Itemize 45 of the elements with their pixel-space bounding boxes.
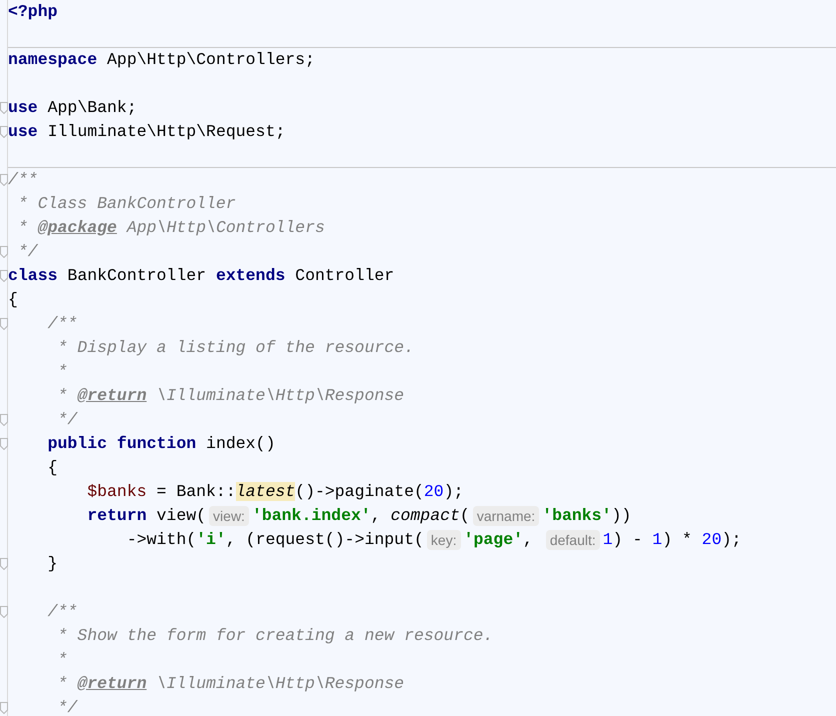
code-text: * Class BankController: [16, 192, 236, 215]
code-text: return view(: [86, 504, 206, 527]
parameter-hint: default:: [546, 530, 600, 550]
code-text: *: [56, 648, 68, 671]
code-text: /**: [46, 312, 78, 335]
fold-icon[interactable]: [0, 126, 8, 138]
code-text: 1) - 1) * 20);: [602, 528, 742, 551]
code-text: {: [8, 288, 18, 311]
fold-icon[interactable]: [0, 414, 8, 426]
code-text: /**: [46, 600, 78, 623]
code-text: 'banks')): [542, 504, 632, 527]
fold-icon[interactable]: [0, 318, 8, 330]
code-text: {: [46, 456, 58, 479]
fold-icon[interactable]: [0, 558, 8, 570]
code-text: *: [56, 360, 68, 383]
code-text: * Show the form for creating a new resource.: [56, 624, 494, 647]
parameter-hint: view:: [209, 506, 249, 526]
code-text: * @return \Illuminate\Http\Response: [56, 384, 404, 407]
code-text: use Illuminate\Http\Request;: [8, 120, 286, 143]
code-text: public function index(): [46, 432, 276, 455]
fold-icon[interactable]: [0, 702, 8, 714]
code-text: namespace App\Http\Controllers;: [8, 48, 315, 71]
code-text: <?php: [8, 0, 58, 23]
code-text: */: [56, 408, 78, 431]
code-text: * @return \Illuminate\Http\Response: [56, 672, 404, 695]
code-text: class BankController extends Controller: [8, 264, 394, 287]
fold-icon[interactable]: [0, 438, 8, 450]
code-text: * @package App\Http\Controllers: [16, 216, 325, 239]
code-text: * Display a listing of the resource.: [56, 336, 414, 359]
code-text: 'page',: [464, 528, 534, 551]
parameter-hint: varname:: [472, 506, 540, 526]
code-text: ->with('i', (request()->input(: [126, 528, 424, 551]
fold-icon[interactable]: [0, 174, 8, 186]
parameter-hint: key:: [426, 530, 461, 550]
fold-icon[interactable]: [0, 246, 8, 258]
code-text: /**: [8, 168, 38, 191]
code-text: */: [56, 696, 78, 716]
code-text: $banks = Bank::latest()->paginate(20);: [86, 480, 464, 503]
fold-icon[interactable]: [0, 606, 8, 618]
fold-icon[interactable]: [0, 102, 8, 114]
code-text: 'bank.index', compact(: [252, 504, 470, 527]
code-text: use App\Bank;: [8, 96, 137, 119]
code-text: */: [16, 240, 38, 263]
code-text: }: [46, 552, 58, 575]
fold-icon[interactable]: [0, 270, 8, 282]
